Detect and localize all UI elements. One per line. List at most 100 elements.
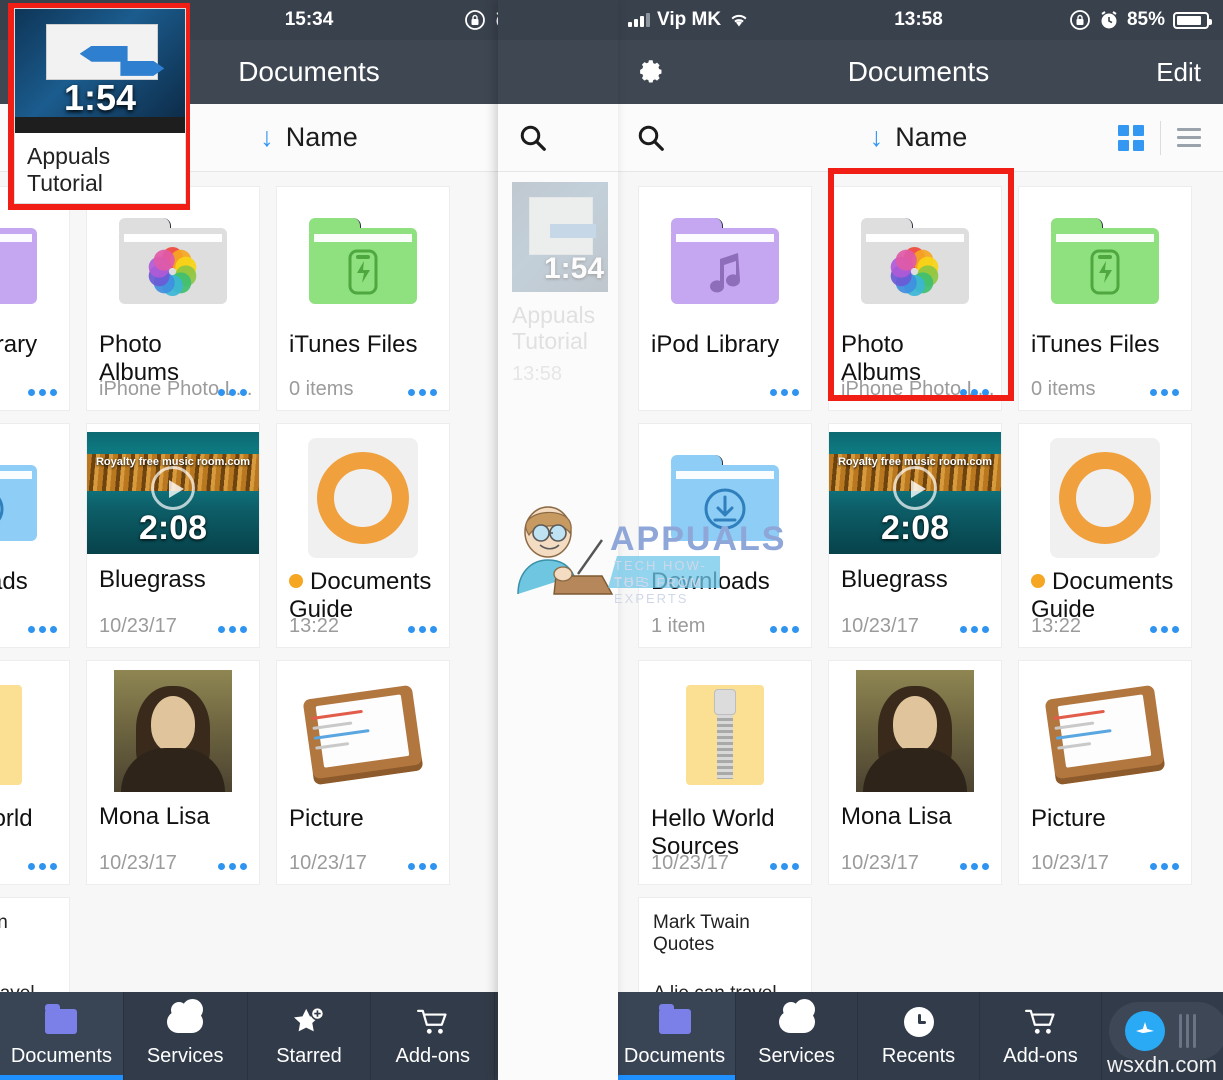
file-thumbnail [289, 438, 437, 558]
file-name: iPod Library [0, 331, 38, 358]
file-card[interactable]: iTunes Files 0 items [1018, 186, 1192, 411]
unread-dot [289, 574, 303, 588]
file-more-button[interactable] [770, 626, 799, 633]
file-card[interactable]: Picture 10/23/17 [1018, 660, 1192, 885]
slide-status-strip [498, 0, 618, 40]
file-card[interactable]: Royalty free music room.com 2:08 Bluegra… [86, 423, 260, 648]
file-name: iTunes Files [1031, 331, 1160, 358]
file-name: Downloads [651, 568, 770, 595]
tab-starred[interactable]: Starred [248, 992, 372, 1080]
file-more-button[interactable] [1150, 626, 1179, 633]
file-meta: 13:22 [1031, 615, 1082, 637]
right-status-bar: Vip MK 13:58 85% [614, 0, 1223, 40]
file-more-button[interactable] [960, 389, 989, 396]
tab-documents[interactable]: Documents [0, 992, 124, 1080]
file-card[interactable]: Mona Lisa 10/23/17 [86, 660, 260, 885]
file-card[interactable]: Mona Lisa 10/23/17 [828, 660, 1002, 885]
right-nav-bar: Documents Edit [614, 40, 1223, 104]
cloud-icon [778, 998, 815, 1033]
video-thumbnail: Royalty free music room.com 2:08 [87, 432, 259, 554]
cart-icon [1024, 1005, 1058, 1039]
file-card[interactable]: iPod Library [638, 186, 812, 411]
file-more-button[interactable] [408, 863, 437, 870]
file-more-button[interactable] [960, 626, 989, 633]
sort-direction-icon: ↓ [869, 122, 884, 152]
file-card-wrap: Picture 10/23/17 [268, 654, 458, 891]
file-more-button[interactable] [218, 863, 247, 870]
slide-nav-strip [498, 40, 618, 104]
wifi-icon [731, 14, 747, 27]
zip-archive-icon [0, 685, 22, 785]
file-meta: 13:22 [289, 615, 340, 637]
file-card[interactable]: Photo Albums iPhone Photo L... [828, 186, 1002, 411]
play-icon[interactable] [893, 466, 937, 511]
cloud-icon [778, 998, 815, 1039]
file-more-button[interactable] [408, 389, 437, 396]
appuals-tutorial-preview-card[interactable]: 1:54 Appuals Tutorial 13:58 [14, 8, 186, 204]
preview-duration: 1:54 [63, 77, 137, 118]
file-meta: 1 item [651, 615, 706, 637]
file-card-wrap: Picture 10/23/17 [1010, 654, 1200, 891]
source-watermark: wsxdn.com [1106, 1052, 1217, 1077]
folder-photos-icon [861, 218, 969, 304]
right-view-toggles [1118, 120, 1201, 155]
compass-icon[interactable] [1125, 1011, 1165, 1051]
file-card[interactable]: Royalty free music room.com 2:08 Bluegra… [828, 423, 1002, 648]
file-card-wrap: iTunes Files 0 items [1010, 180, 1200, 417]
file-card[interactable]: Hello World Sources 10/23/17 [638, 660, 812, 885]
file-card[interactable]: Downloads 1 item [638, 423, 812, 648]
tab-add-ons[interactable]: Add-ons [371, 992, 496, 1080]
note-title: Mark Twain Quotes [0, 912, 8, 933]
file-thumbnail [0, 201, 57, 321]
file-more-button[interactable] [28, 863, 57, 870]
file-more-button[interactable] [218, 626, 247, 633]
file-more-button[interactable] [770, 863, 799, 870]
file-more-button[interactable] [1150, 863, 1179, 870]
file-card[interactable]: Documents Guide 13:22 [276, 423, 450, 648]
file-more-button[interactable] [770, 389, 799, 396]
file-thumbnail: Royalty free music room.com 2:08 [829, 432, 1001, 556]
tab-label: Services [146, 1044, 224, 1067]
file-card-wrap: iTunes Files 0 items [268, 180, 458, 417]
file-more-button[interactable] [1150, 389, 1179, 396]
lifering-icon [1059, 452, 1151, 544]
file-name: Bluegrass [99, 566, 206, 593]
sort-direction-icon: ↓ [260, 122, 274, 152]
file-thumbnail [651, 438, 799, 558]
tab-documents[interactable]: Documents [614, 992, 736, 1080]
clipboard-icon [302, 684, 424, 786]
file-card[interactable]: iPod Library [0, 186, 70, 411]
search-icon[interactable] [518, 123, 548, 153]
file-name: Mona Lisa [841, 803, 952, 830]
file-card[interactable]: Photo Albums iPhone Photo L... [86, 186, 260, 411]
file-more-button[interactable] [408, 626, 437, 633]
grid-view-icon[interactable] [1118, 124, 1144, 151]
file-thumbnail [0, 438, 57, 558]
cloud-icon [167, 998, 204, 1033]
painting-thumbnail [856, 670, 974, 792]
grip-handle-icon[interactable] [1179, 1014, 1196, 1048]
tab-recents[interactable]: Recents [858, 992, 980, 1080]
edit-button[interactable]: Edit [1156, 57, 1201, 88]
file-card[interactable]: Picture 10/23/17 [276, 660, 450, 885]
tab-add-ons[interactable]: Add-ons [980, 992, 1102, 1080]
play-icon[interactable] [151, 466, 195, 511]
page-title: Documents [847, 56, 990, 87]
file-more-button[interactable] [28, 389, 57, 396]
tab-services[interactable]: Services [124, 992, 248, 1080]
tab-services[interactable]: Services [736, 992, 858, 1080]
search-icon[interactable] [636, 123, 666, 153]
right-file-grid: iPod Library Photo Albums iPhone Photo L… [630, 172, 1223, 1077]
file-more-button[interactable] [960, 863, 989, 870]
file-card[interactable]: Hello World Sources 10/23/17 [0, 660, 70, 885]
file-more-button[interactable] [28, 626, 57, 633]
gear-icon[interactable] [636, 57, 666, 87]
list-view-icon[interactable] [1177, 128, 1201, 147]
file-card[interactable]: Downloads 1 item [0, 423, 70, 648]
file-card[interactable]: Documents Guide 13:22 [1018, 423, 1192, 648]
file-card-wrap: Hello World Sources 10/23/17 [630, 654, 820, 891]
file-card[interactable]: iTunes Files 0 items [276, 186, 450, 411]
file-more-button[interactable] [218, 389, 247, 396]
sliding-card[interactable]: 1:54 Appuals Tutorial 13:58 [498, 172, 618, 386]
video-thumbnail: Royalty free music room.com 2:08 [829, 432, 1001, 554]
